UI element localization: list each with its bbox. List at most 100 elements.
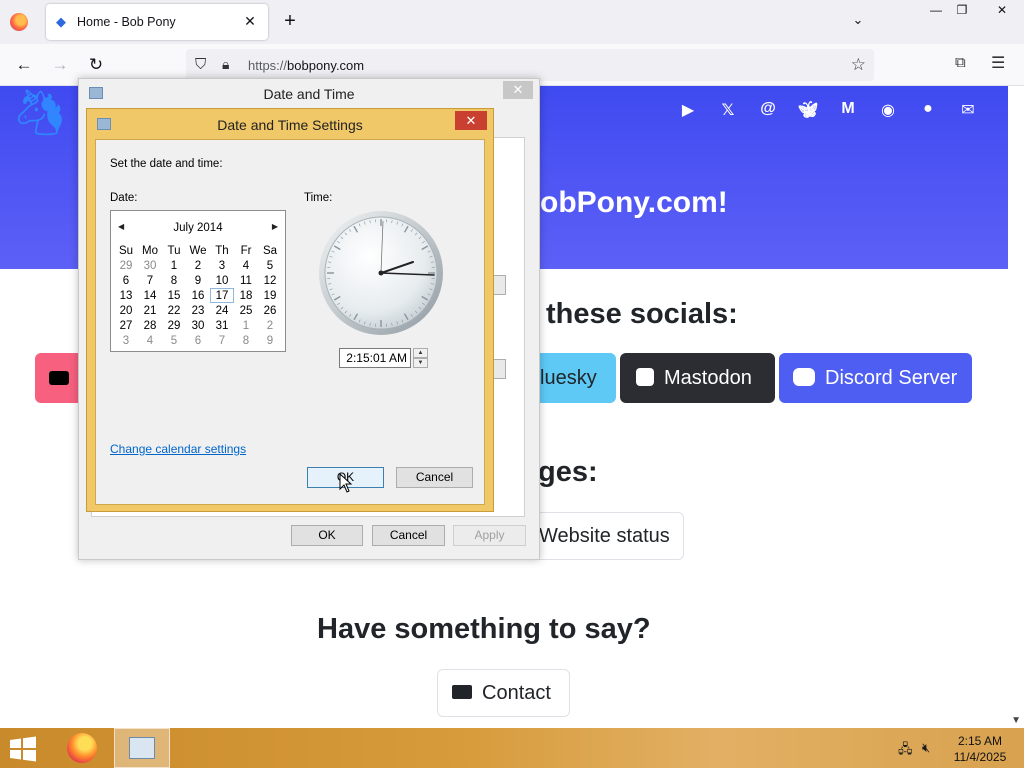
hamburger-menu-icon[interactable]: ☰ — [991, 53, 1005, 73]
calendar-day[interactable]: 26 — [258, 303, 282, 318]
time-spin-down-icon[interactable]: ▼ — [413, 358, 428, 368]
dt-titlebar[interactable]: Date and Time ✕ — [79, 79, 539, 109]
contact-button[interactable]: Contact — [437, 669, 570, 717]
dts-titlebar[interactable]: Date and Time Settings ✕ — [87, 109, 493, 139]
calendar-week-row: 20 21 22 23 24 25 26 — [114, 303, 282, 318]
calendar-day[interactable]: 9 — [186, 273, 210, 288]
calendar-day[interactable]: 5 — [258, 258, 282, 273]
calendar-day[interactable]: 14 — [138, 288, 162, 303]
calendar-day[interactable]: 28 — [138, 318, 162, 333]
calendar-day[interactable]: 16 — [186, 288, 210, 303]
calendar-day[interactable]: 18 — [234, 288, 258, 303]
calendar-day[interactable]: 7 — [138, 273, 162, 288]
windows-start-icon[interactable] — [6, 736, 40, 762]
taskbar-firefox[interactable] — [54, 728, 110, 768]
calendar-next-month-icon[interactable]: ▶ — [272, 222, 278, 231]
mastodon-button[interactable]: Mastodon — [620, 353, 775, 403]
calendar-day[interactable]: 8 — [234, 333, 258, 348]
lock-icon[interactable]: 🔒︎ — [222, 56, 229, 73]
dt-close-icon[interactable]: ✕ — [503, 81, 533, 99]
calendar-day[interactable]: 15 — [162, 288, 186, 303]
dt-ok-button[interactable]: OK — [291, 525, 363, 546]
url-scheme: https:// — [248, 58, 288, 73]
calendar-day[interactable]: 7 — [210, 333, 234, 348]
calendar-day[interactable]: 6 — [186, 333, 210, 348]
page-scrollbar[interactable]: ▼ — [1008, 86, 1024, 728]
calendar-day[interactable]: 23 — [186, 303, 210, 318]
calendar-day[interactable]: 1 — [234, 318, 258, 333]
dts-close-icon[interactable]: ✕ — [455, 111, 487, 130]
discord-icon[interactable]: ◉ — [868, 100, 908, 120]
calendar-day[interactable]: 12 — [258, 273, 282, 288]
calendar-day[interactable]: 11 — [234, 273, 258, 288]
browser-tab[interactable]: ◆ Home - Bob Pony ✕ — [46, 4, 268, 40]
shield-icon[interactable]: ⛉ — [195, 56, 206, 73]
tab-close-icon[interactable]: ✕ — [240, 11, 260, 31]
calendar-day[interactable]: 9 — [258, 333, 282, 348]
dts-cancel-button[interactable]: Cancel — [396, 467, 473, 488]
calendar-day[interactable]: 17 — [210, 288, 234, 303]
url-text[interactable]: https://bobpony.com — [248, 58, 364, 73]
discord-button[interactable]: Discord Server — [779, 353, 972, 403]
forward-arrow-icon[interactable]: → — [48, 53, 72, 77]
calendar-day[interactable]: 29 — [162, 318, 186, 333]
x-icon[interactable]: 𝕏 — [708, 100, 748, 120]
calendar-day[interactable]: 10 — [210, 273, 234, 288]
calendar-day[interactable]: 1 — [162, 258, 186, 273]
calendar-day[interactable]: 25 — [234, 303, 258, 318]
calendar-day[interactable]: 2 — [258, 318, 282, 333]
threads-icon[interactable]: @ — [748, 100, 788, 120]
network-icon[interactable]: 🖧︎ — [898, 740, 913, 762]
hero-title: obPony.com! — [540, 186, 728, 219]
calendar-day[interactable]: 4 — [138, 333, 162, 348]
bluesky-button[interactable]: luesky — [530, 353, 616, 403]
bobpony-logo-icon[interactable]: 🦄︎ — [12, 88, 68, 140]
extensions-icon[interactable]: ⧉ — [955, 54, 966, 71]
reload-icon[interactable]: ↻ — [84, 53, 108, 77]
calendar-day[interactable]: 29 — [114, 258, 138, 273]
volume-muted-icon[interactable]: 🔇︎ — [922, 740, 930, 756]
time-spin-up-icon[interactable]: ▲ — [413, 348, 428, 358]
mastodon-icon[interactable]: M — [828, 100, 868, 120]
calendar-day[interactable]: 19 — [258, 288, 282, 303]
calendar-day[interactable]: 30 — [138, 258, 162, 273]
back-arrow-icon[interactable]: ← — [12, 53, 36, 77]
bluesky-icon[interactable]: 🦋︎ — [788, 100, 828, 120]
calendar-day[interactable]: 30 — [186, 318, 210, 333]
restore-button[interactable]: ❐ — [946, 0, 978, 22]
calendar-day[interactable]: 6 — [114, 273, 138, 288]
calendar-day[interactable]: 3 — [114, 333, 138, 348]
say-heading: Have something to say? — [317, 613, 651, 645]
bookmark-star-icon[interactable]: ☆ — [851, 55, 866, 75]
address-bar[interactable]: ⛉ 🔒︎ https://bobpony.com ☆ — [186, 49, 874, 81]
youtube-icon[interactable]: ▶ — [668, 100, 708, 120]
github-icon[interactable]: ● — [908, 100, 948, 120]
calendar-day[interactable]: 4 — [234, 258, 258, 273]
firefox-view-icon[interactable] — [10, 13, 28, 31]
dt-apply-button[interactable]: Apply — [453, 525, 526, 546]
calendar-day[interactable]: 21 — [138, 303, 162, 318]
calendar-day[interactable]: 31 — [210, 318, 234, 333]
month-calendar[interactable]: ◀ July 2014 ▶ Su Mo Tu We Th Fr Sa 29 30 1… — [110, 210, 286, 352]
mail-icon[interactable]: ✉ — [948, 100, 988, 120]
calendar-day[interactable]: 5 — [162, 333, 186, 348]
tab-list-chevron-icon[interactable]: ⌄ — [848, 12, 868, 32]
calendar-month-title[interactable]: July 2014 — [111, 222, 285, 234]
taskbar-clock[interactable]: 2:15 AM 11/4/2025 — [948, 733, 1012, 765]
calendar-day[interactable]: 24 — [210, 303, 234, 318]
calendar-day[interactable]: 13 — [114, 288, 138, 303]
time-input[interactable]: 2:15:01 AM — [339, 348, 411, 368]
change-calendar-settings-link[interactable]: Change calendar settings — [110, 442, 246, 456]
taskbar-date-time[interactable] — [114, 728, 170, 768]
new-tab-button[interactable]: + — [279, 10, 301, 32]
website-status-button[interactable]: Website status — [520, 512, 684, 560]
calendar-day[interactable]: 27 — [114, 318, 138, 333]
calendar-day[interactable]: 3 — [210, 258, 234, 273]
calendar-day[interactable]: 8 — [162, 273, 186, 288]
window-close-button[interactable]: ✕ — [980, 0, 1024, 22]
dt-cancel-button[interactable]: Cancel — [372, 525, 445, 546]
calendar-day[interactable]: 20 — [114, 303, 138, 318]
calendar-day[interactable]: 2 — [186, 258, 210, 273]
scroll-down-arrow-icon[interactable]: ▼ — [1011, 715, 1021, 726]
calendar-day[interactable]: 22 — [162, 303, 186, 318]
